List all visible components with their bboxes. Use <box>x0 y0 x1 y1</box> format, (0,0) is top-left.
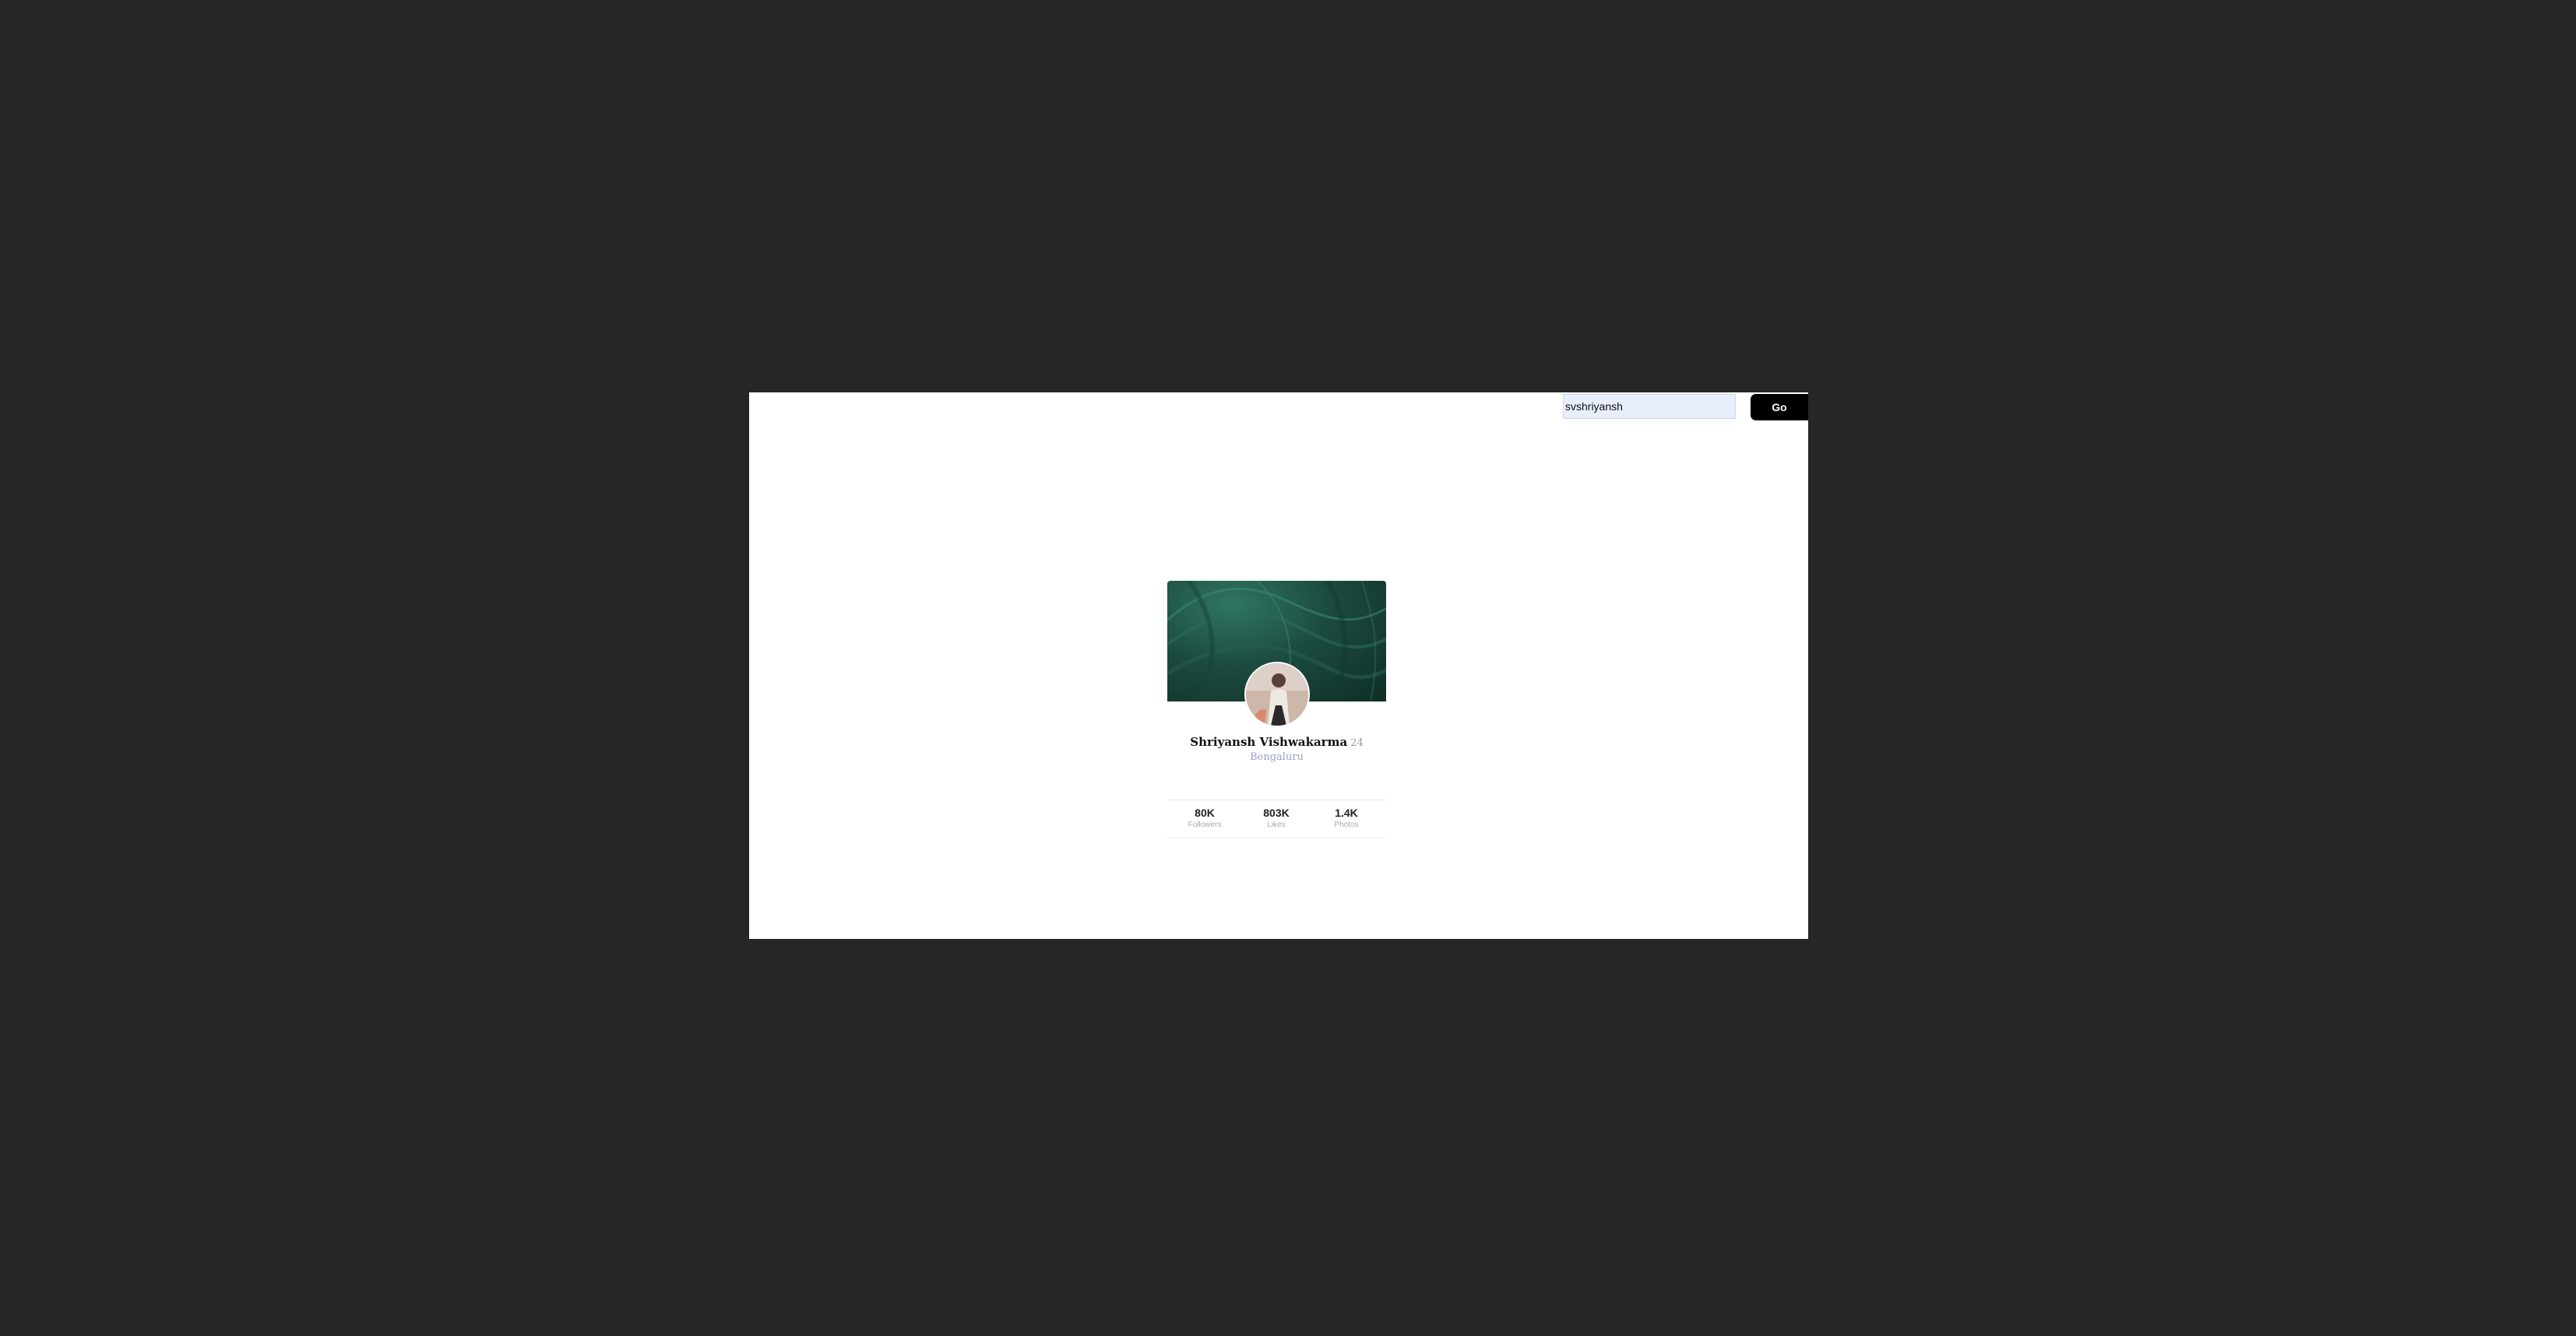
profile-age: 24 <box>1350 737 1364 749</box>
profile-avatar <box>1244 662 1310 727</box>
profile-card: Shriyansh Vishwakarma 24 Bengaluru 80K Fo… <box>1167 581 1386 839</box>
username-search-input[interactable] <box>1563 394 1736 419</box>
stat-value: 80K <box>1195 807 1215 819</box>
go-button[interactable]: Go <box>1751 394 1808 420</box>
profile-name-row: Shriyansh Vishwakarma 24 <box>1167 735 1386 750</box>
profile-location: Bengaluru <box>1250 751 1304 763</box>
stat-label: Followers <box>1188 821 1222 829</box>
stat-value: 803K <box>1263 807 1290 819</box>
profile-stats: 80K Followers 803K Likes 1.4K Photos <box>1167 800 1386 839</box>
stat-value: 1.4K <box>1335 807 1358 819</box>
stat-photos: 1.4K Photos <box>1315 807 1378 829</box>
browser-viewport: Go Shriyansh Vish <box>749 392 1808 939</box>
stat-followers: 80K Followers <box>1174 807 1236 829</box>
stat-label: Likes <box>1267 821 1286 829</box>
stat-likes: 803K Likes <box>1245 807 1307 829</box>
profile-name: Shriyansh Vishwakarma <box>1190 735 1348 749</box>
stat-label: Photos <box>1334 821 1359 829</box>
